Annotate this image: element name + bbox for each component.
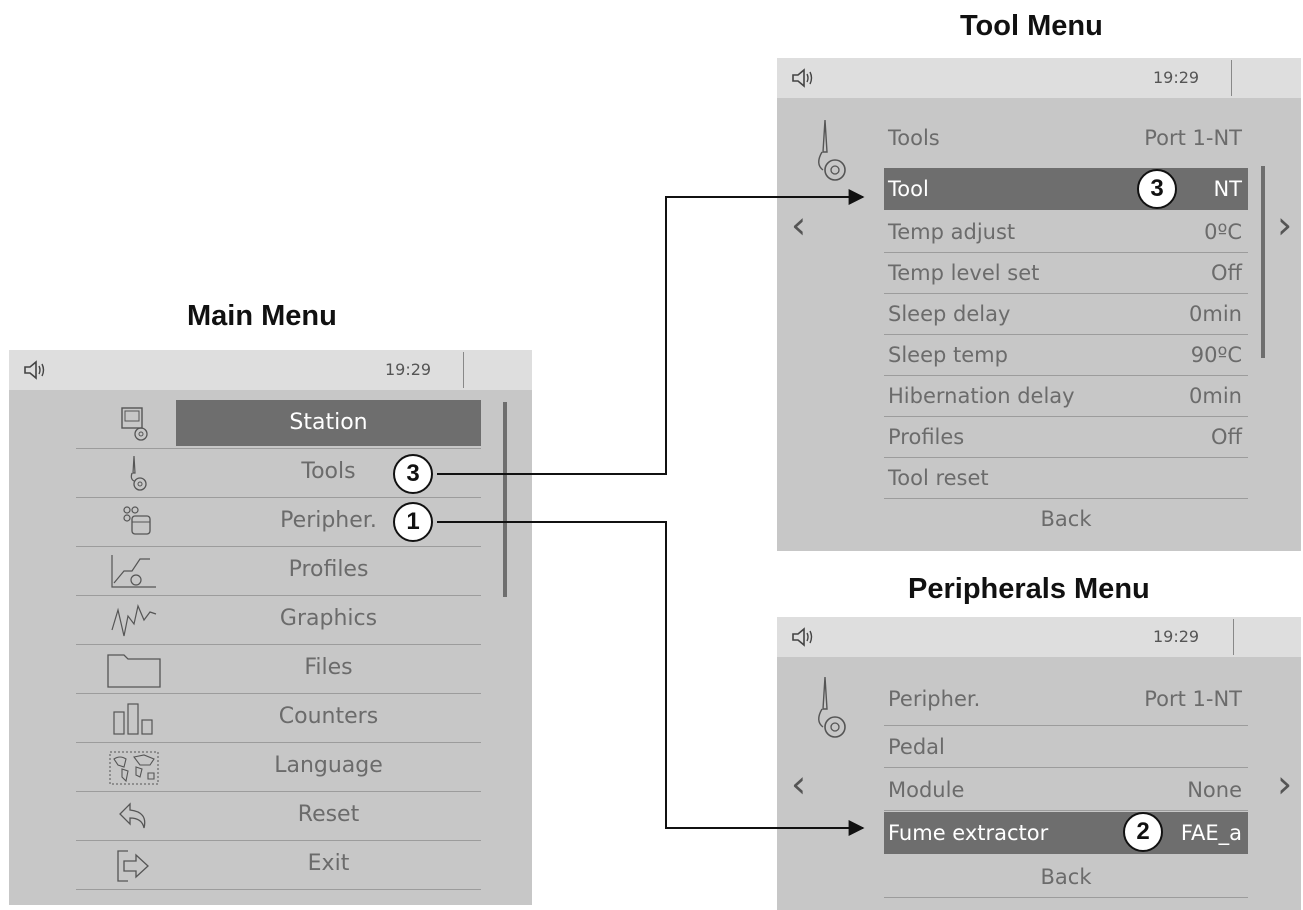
peripherals-to-peripherals-menu-arrow (437, 521, 865, 836)
callout-badge-peripherals: 1 (393, 502, 433, 542)
callout-badge-tools: 3 (393, 454, 433, 494)
callout-badge-fume-extractor: 2 (1123, 812, 1163, 852)
callout-badge-tool-row: 3 (1137, 169, 1177, 209)
tools-to-tool-menu-arrow (437, 189, 865, 475)
connector-arrows (437, 189, 865, 836)
